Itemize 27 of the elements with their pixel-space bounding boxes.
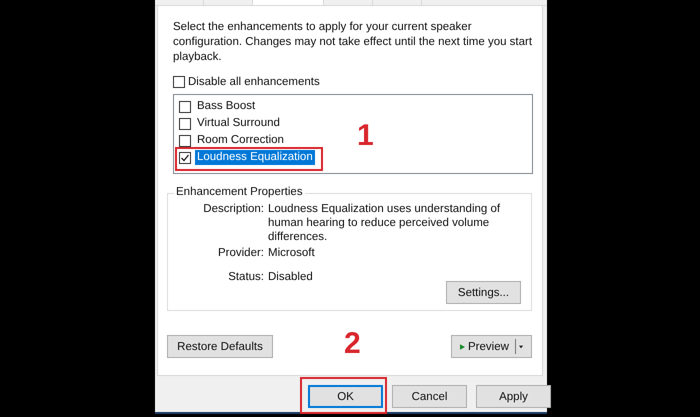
list-item[interactable]: Loudness Equalization: [195, 150, 315, 165]
checkbox-label: Disable all enhancements: [188, 76, 320, 88]
dialog-button[interactable]: OK: [308, 385, 383, 408]
checkbox[interactable]: [173, 76, 185, 88]
restore-defaults-button[interactable]: Restore Defaults: [167, 335, 273, 358]
property-value: Loudness Equalization uses understanding of human hearing to reduce perceived volume differences.: [268, 202, 502, 245]
property-value: Microsoft: [268, 246, 316, 261]
checkbox[interactable]: [179, 152, 191, 164]
group-title: Enhancement Properties: [174, 186, 305, 198]
property-label: Description:: [202, 202, 264, 216]
caret-icon: [518, 344, 523, 350]
list-item[interactable]: Virtual Surround: [195, 116, 282, 131]
property-label: Status:: [227, 270, 264, 284]
settings-button[interactable]: Settings...: [446, 281, 521, 304]
property-label: Provider:: [216, 246, 264, 260]
checkbox[interactable]: [179, 118, 191, 130]
dialog-button[interactable]: Apply: [476, 385, 551, 408]
instruction-text: Select the enhancements to apply for your current speaker configuration. Changes may not take effect until the next time you start playback.: [173, 20, 534, 65]
step-number: 2: [344, 329, 361, 359]
checkbox[interactable]: [179, 100, 191, 112]
checkbox[interactable]: [179, 134, 191, 146]
preview-button[interactable]: Preview: [451, 335, 532, 358]
property-value: Disabled: [268, 270, 314, 284]
list-item[interactable]: Bass Boost: [195, 99, 258, 114]
dialog-button[interactable]: Cancel: [392, 385, 467, 408]
step-number: 1: [357, 121, 374, 151]
list-item[interactable]: Room Correction: [195, 133, 286, 148]
